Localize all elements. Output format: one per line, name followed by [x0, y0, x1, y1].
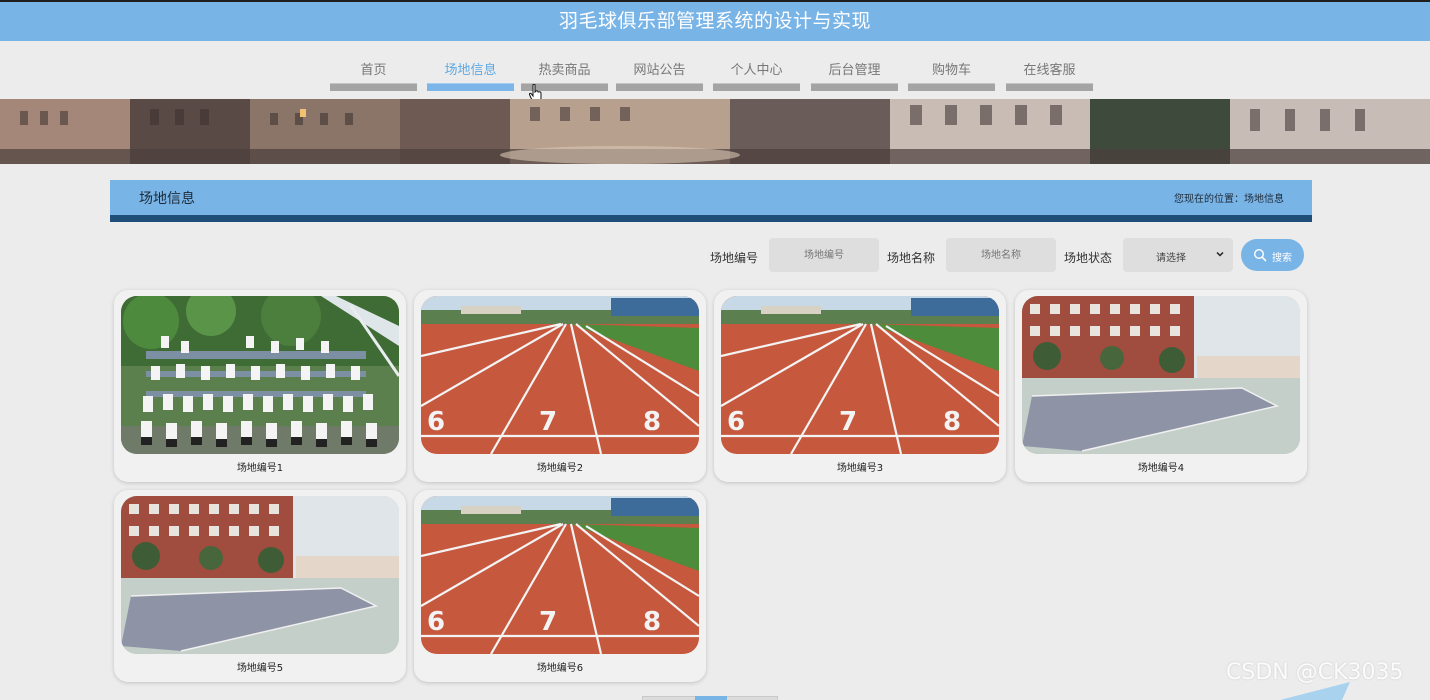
venue-number-label: 场地编号	[710, 251, 759, 265]
venue-image	[121, 296, 399, 454]
nav-item-underline	[427, 83, 514, 91]
venue-caption: 场地编号1	[236, 463, 284, 474]
nav-item-label: 首页	[360, 63, 387, 78]
nav-item-label: 后台管理	[828, 63, 881, 78]
nav-item-venues[interactable]: 场地信息	[427, 41, 514, 91]
courtyard-court-image	[1022, 296, 1300, 454]
nav-item-label: 网站公告	[633, 63, 686, 78]
svg-text:7: 7	[539, 407, 557, 437]
nav-item-underline	[330, 83, 417, 91]
chevron-down-icon	[1216, 251, 1224, 257]
svg-text:6: 6	[427, 407, 445, 437]
nav-item-underline	[616, 83, 703, 91]
venue-caption: 场地编号3	[836, 463, 884, 474]
venue-status-label: 场地状态	[1064, 251, 1113, 265]
svg-text:8: 8	[643, 407, 661, 437]
pagination-current-page[interactable]	[695, 696, 727, 700]
section-header: 场地信息 您现在的位置：场地信息	[110, 180, 1312, 222]
venue-image	[1022, 296, 1300, 454]
top-title-bar: 羽毛球俱乐部管理系统的设计与实现	[0, 0, 1430, 41]
running-track-image: 6 7 8	[421, 296, 699, 454]
venue-name-label: 场地名称	[887, 251, 936, 265]
venue-card[interactable]: 场地编号5	[114, 490, 406, 682]
app-title: 羽毛球俱乐部管理系统的设计与实现	[558, 10, 871, 32]
nav-item-admin[interactable]: 后台管理	[811, 41, 898, 91]
nav-item-underline	[811, 83, 898, 91]
nav-item-label: 场地信息	[444, 63, 497, 78]
team-photo-image	[121, 296, 399, 454]
venue-caption: 场地编号6	[536, 663, 584, 674]
nav-item-label: 在线客服	[1023, 63, 1076, 78]
nav-item-announcements[interactable]: 网站公告	[616, 41, 703, 91]
city-canal-image	[0, 99, 1430, 164]
courtyard-court-image	[121, 496, 399, 654]
venue-image: 6 7 8	[421, 496, 699, 654]
venue-card[interactable]: 6 7 8 场地编号2	[414, 290, 706, 482]
venue-image	[121, 496, 399, 654]
venue-caption: 场地编号2	[536, 463, 584, 474]
venue-status-value: 请选择	[1156, 253, 1186, 264]
search-button-label: 搜索	[1272, 253, 1292, 264]
main-nav: 首页 场地信息 热卖商品 网站公告 个人中心 后台管理 购物车 在线客服	[0, 41, 1430, 99]
svg-text:7: 7	[539, 607, 557, 637]
venue-number-input[interactable]	[769, 238, 879, 272]
nav-item-label: 购物车	[931, 63, 971, 78]
venue-status-select[interactable]: 请选择	[1123, 238, 1233, 272]
nav-item-home[interactable]: 首页	[330, 41, 417, 91]
nav-item-cart[interactable]: 购物车	[908, 41, 995, 91]
svg-text:6: 6	[727, 407, 745, 437]
venue-card[interactable]: 6 7 8 场地编号3	[714, 290, 1006, 482]
venue-caption: 场地编号4	[1137, 463, 1185, 474]
nav-item-support[interactable]: 在线客服	[1006, 41, 1093, 91]
svg-text:8: 8	[943, 407, 961, 437]
corner-decoration-icon	[1280, 682, 1350, 700]
svg-text:7: 7	[839, 407, 857, 437]
venue-caption: 场地编号5	[236, 663, 284, 674]
nav-item-profile[interactable]: 个人中心	[713, 41, 800, 91]
running-track-image: 6 7 8	[421, 496, 699, 654]
venue-image: 6 7 8	[421, 296, 699, 454]
venue-card[interactable]: 6 7 8 场地编号6	[414, 490, 706, 682]
hero-banner	[0, 99, 1430, 164]
venue-image: 6 7 8	[721, 296, 999, 454]
search-icon	[1253, 248, 1267, 262]
running-track-image: 6 7 8	[721, 296, 999, 454]
venue-card[interactable]: 场地编号1	[114, 290, 406, 482]
nav-item-label: 热卖商品	[538, 63, 591, 78]
nav-item-underline	[1006, 83, 1093, 91]
venue-name-input[interactable]	[946, 238, 1056, 272]
pagination[interactable]	[642, 696, 778, 700]
filter-bar: 场地编号 场地名称 场地状态 请选择 搜索	[0, 238, 1430, 274]
svg-text:8: 8	[643, 607, 661, 637]
svg-text:6: 6	[427, 607, 445, 637]
nav-item-label: 个人中心	[730, 63, 783, 78]
nav-item-underline	[908, 83, 995, 91]
venue-card[interactable]: 场地编号4	[1015, 290, 1307, 482]
section-title: 场地信息	[139, 191, 195, 207]
search-button[interactable]: 搜索	[1241, 239, 1304, 271]
nav-item-underline	[713, 83, 800, 91]
breadcrumb: 您现在的位置：场地信息	[1174, 194, 1284, 205]
